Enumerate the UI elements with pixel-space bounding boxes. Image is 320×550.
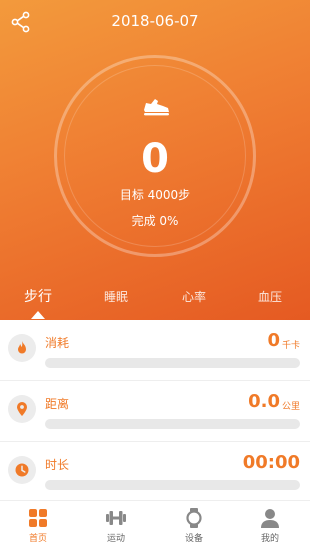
nav-device[interactable]: 设备 (164, 507, 224, 544)
metric-progress-bar (45, 419, 300, 429)
metric-icon-badge (8, 334, 36, 362)
metric-label: 时长 (45, 458, 70, 472)
metric-progress-bar (45, 480, 300, 490)
tab-blood-pressure[interactable]: 血压 (240, 288, 300, 305)
metric-calories[interactable]: 消耗 0 千卡 (0, 320, 310, 381)
completion-percent: 完成 0% (131, 214, 179, 228)
metric-icon-badge (8, 456, 36, 484)
tab-walk[interactable]: 步行 (8, 286, 68, 306)
metric-value: 00:00 (242, 452, 300, 473)
metric-icon-badge (8, 395, 36, 423)
nav-profile[interactable]: 我的 (240, 507, 300, 544)
metric-label: 消耗 (45, 336, 70, 350)
metric-value: 0 (267, 330, 280, 351)
metric-label: 距离 (45, 397, 70, 411)
watch-icon (186, 508, 202, 528)
nav-label: 运动 (106, 534, 125, 544)
nav-sports[interactable]: 运动 (86, 507, 146, 544)
metric-unit: 千卡 (281, 341, 300, 351)
metric-distance[interactable]: 距离 0.0 公里 (0, 381, 310, 442)
metric-progress-bar (45, 358, 300, 368)
metric-unit: 公里 (281, 402, 300, 412)
bottom-nav: 首页 运动 设备 我的 (0, 500, 310, 550)
tab-heart-rate[interactable]: 心率 (164, 288, 224, 305)
date-label[interactable]: 2018-06-07 (0, 12, 310, 30)
shoe-icon (144, 99, 169, 116)
dumbbell-icon (106, 511, 126, 525)
hero-panel: 2018-06-07 0 目标 4000步 完成 0% 步行 睡眠 心率 血压 (0, 0, 310, 320)
flame-icon (18, 341, 26, 354)
active-tab-indicator (31, 311, 45, 319)
nav-home[interactable]: 首页 (8, 507, 68, 544)
metric-duration[interactable]: 时长 00:00 (0, 442, 310, 503)
clock-icon (15, 463, 29, 477)
location-pin-icon (17, 402, 27, 416)
tab-sleep[interactable]: 睡眠 (86, 288, 146, 305)
nav-label: 设备 (184, 534, 203, 544)
metric-value: 0.0 (248, 391, 280, 412)
nav-label: 我的 (260, 534, 279, 544)
step-count: 0 (141, 136, 169, 182)
metrics-list: 消耗 0 千卡 距离 0.0 公里 时长 00:00 (0, 320, 310, 503)
step-goal: 目标 4000步 (119, 188, 191, 202)
nav-label: 首页 (28, 534, 47, 544)
home-grid-icon (29, 509, 47, 527)
user-icon (261, 509, 279, 528)
tab-bar: 步行 睡眠 心率 血压 (0, 284, 310, 320)
